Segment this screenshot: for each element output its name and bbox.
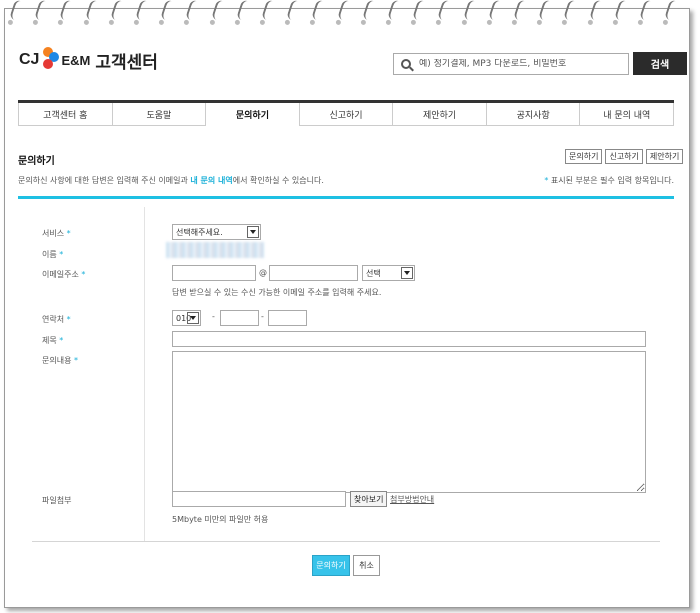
binder-ring: [135, 0, 149, 21]
email-domain-selected: 선택: [366, 268, 381, 278]
binder-ring: [210, 0, 225, 21]
content-textarea[interactable]: [172, 351, 646, 493]
binder-ring: [613, 0, 628, 21]
chevron-down-icon: [187, 312, 199, 324]
phone-prefix-select[interactable]: 010: [172, 310, 201, 326]
name-value-redacted: [166, 242, 264, 258]
suggest-button[interactable]: 제안하기: [645, 149, 684, 164]
email-domain-select[interactable]: 선택: [362, 265, 415, 281]
binder-ring: [109, 0, 124, 21]
service-select[interactable]: 선택해주세요.: [172, 224, 261, 240]
binder-ring: [34, 0, 49, 21]
tab-my-inquiries[interactable]: 내 문의 내역: [580, 103, 675, 126]
main-tabs: 고객센터 홈 도움말 문의하기 신고하기 제안하기 공지사항 내 문의 내역: [18, 100, 675, 126]
cj-logo[interactable]: CJ E&M 고객센터: [19, 45, 158, 75]
phone-middle-input[interactable]: [220, 310, 259, 326]
binder-ring: [185, 0, 200, 21]
service-selected-value: 선택해주세요.: [176, 227, 223, 237]
binder-ring: [462, 0, 477, 21]
required-star-icon: *: [544, 176, 549, 185]
tab-notice[interactable]: 공지사항: [486, 103, 581, 126]
logo-cj-text: CJ: [19, 51, 40, 68]
binder-ring: [311, 0, 326, 21]
tab-help[interactable]: 도움말: [112, 103, 207, 126]
search-button[interactable]: 검색: [633, 52, 687, 75]
form-bottom-divider: [32, 541, 660, 542]
desc-text-after: 에서 확인하실 수 있습니다.: [232, 176, 324, 185]
attach-guide-link[interactable]: 첨부방법안내: [390, 494, 434, 505]
binder-ring: [235, 0, 250, 21]
tab-suggest[interactable]: 제안하기: [393, 103, 487, 126]
subject-input[interactable]: [172, 331, 646, 347]
binder-ring: [639, 0, 653, 21]
binder-ring: [336, 0, 351, 21]
binder-ring: [487, 0, 502, 21]
search-box: [393, 53, 629, 75]
email-at-sign: @: [259, 268, 267, 277]
my-inquiries-link[interactable]: 내 문의 내역: [190, 176, 232, 185]
binder-ring: [538, 0, 553, 21]
sub-nav-buttons: 문의하기 신고하기 제안하기: [565, 149, 684, 164]
attachment-label: 파일첨부: [42, 496, 72, 505]
logo-em-text: E&M: [61, 52, 91, 68]
binder-ring: [588, 0, 603, 21]
binder-ring: [84, 0, 99, 21]
desc-text-before: 문의하신 사항에 대한 답변은 입력해 주신 이메일과: [18, 176, 191, 185]
binder-ring: [387, 0, 401, 21]
submit-button[interactable]: 문의하기: [312, 555, 350, 576]
service-label: 서비스 *: [42, 229, 71, 238]
binder-ring: [361, 0, 376, 21]
page-title: 문의하기: [18, 156, 55, 167]
logo-dots-icon: [40, 45, 60, 75]
browse-button[interactable]: 찾아보기: [350, 491, 388, 507]
inquiry-form: 서비스 * 선택해주세요. 이름 * 이메일주소 * @ 선택 답변 받으실 수…: [18, 196, 674, 548]
binder-ring: [261, 0, 275, 21]
label-divider: [144, 207, 145, 541]
inquiry-button[interactable]: 문의하기: [565, 149, 603, 164]
search-input[interactable]: [419, 59, 624, 69]
logo-title: 고객센터: [95, 52, 158, 73]
chevron-down-icon: [247, 226, 259, 238]
binder-ring: [563, 0, 578, 21]
binder-ring: [664, 0, 679, 21]
binder-ring: [59, 0, 74, 21]
attachment-hint: 5Mbyte 미만의 파일만 허용: [172, 515, 269, 524]
chevron-down-icon: [401, 267, 413, 279]
binder-ring: [160, 0, 175, 21]
required-note: * 표시된 부분은 필수 입력 항목입니다.: [544, 175, 674, 186]
email-domain-input[interactable]: [269, 265, 358, 281]
email-id-input[interactable]: [172, 265, 256, 281]
binder-ring: [513, 0, 527, 21]
binder-ring: [9, 0, 23, 21]
binder-ring: [412, 0, 427, 21]
email-hint: 답변 받으실 수 있는 수신 가능한 이메일 주소를 입력해 주세요.: [172, 288, 382, 297]
phone-separator: -: [261, 312, 264, 321]
tab-inquiry[interactable]: 문의하기: [206, 103, 300, 126]
attachment-path-input[interactable]: [172, 491, 346, 507]
required-note-text: 표시된 부분은 필수 입력 항목입니다.: [550, 176, 674, 185]
search-icon: [401, 59, 411, 69]
binder-ring: [437, 0, 452, 21]
report-button[interactable]: 신고하기: [605, 149, 643, 164]
tab-report[interactable]: 신고하기: [299, 103, 394, 126]
binder-ring: [286, 0, 301, 21]
subject-label: 제목 *: [42, 336, 64, 345]
name-label: 이름 *: [42, 250, 64, 259]
tab-home[interactable]: 고객센터 홈: [18, 103, 113, 126]
binder-rings: [9, 0, 692, 30]
cancel-button[interactable]: 취소: [353, 555, 380, 576]
phone-separator: -: [212, 312, 215, 321]
content-label: 문의내용 *: [42, 356, 78, 365]
email-label: 이메일주소 *: [42, 270, 86, 279]
phone-last-input[interactable]: [268, 310, 307, 326]
phone-label: 연락처 *: [42, 315, 71, 324]
